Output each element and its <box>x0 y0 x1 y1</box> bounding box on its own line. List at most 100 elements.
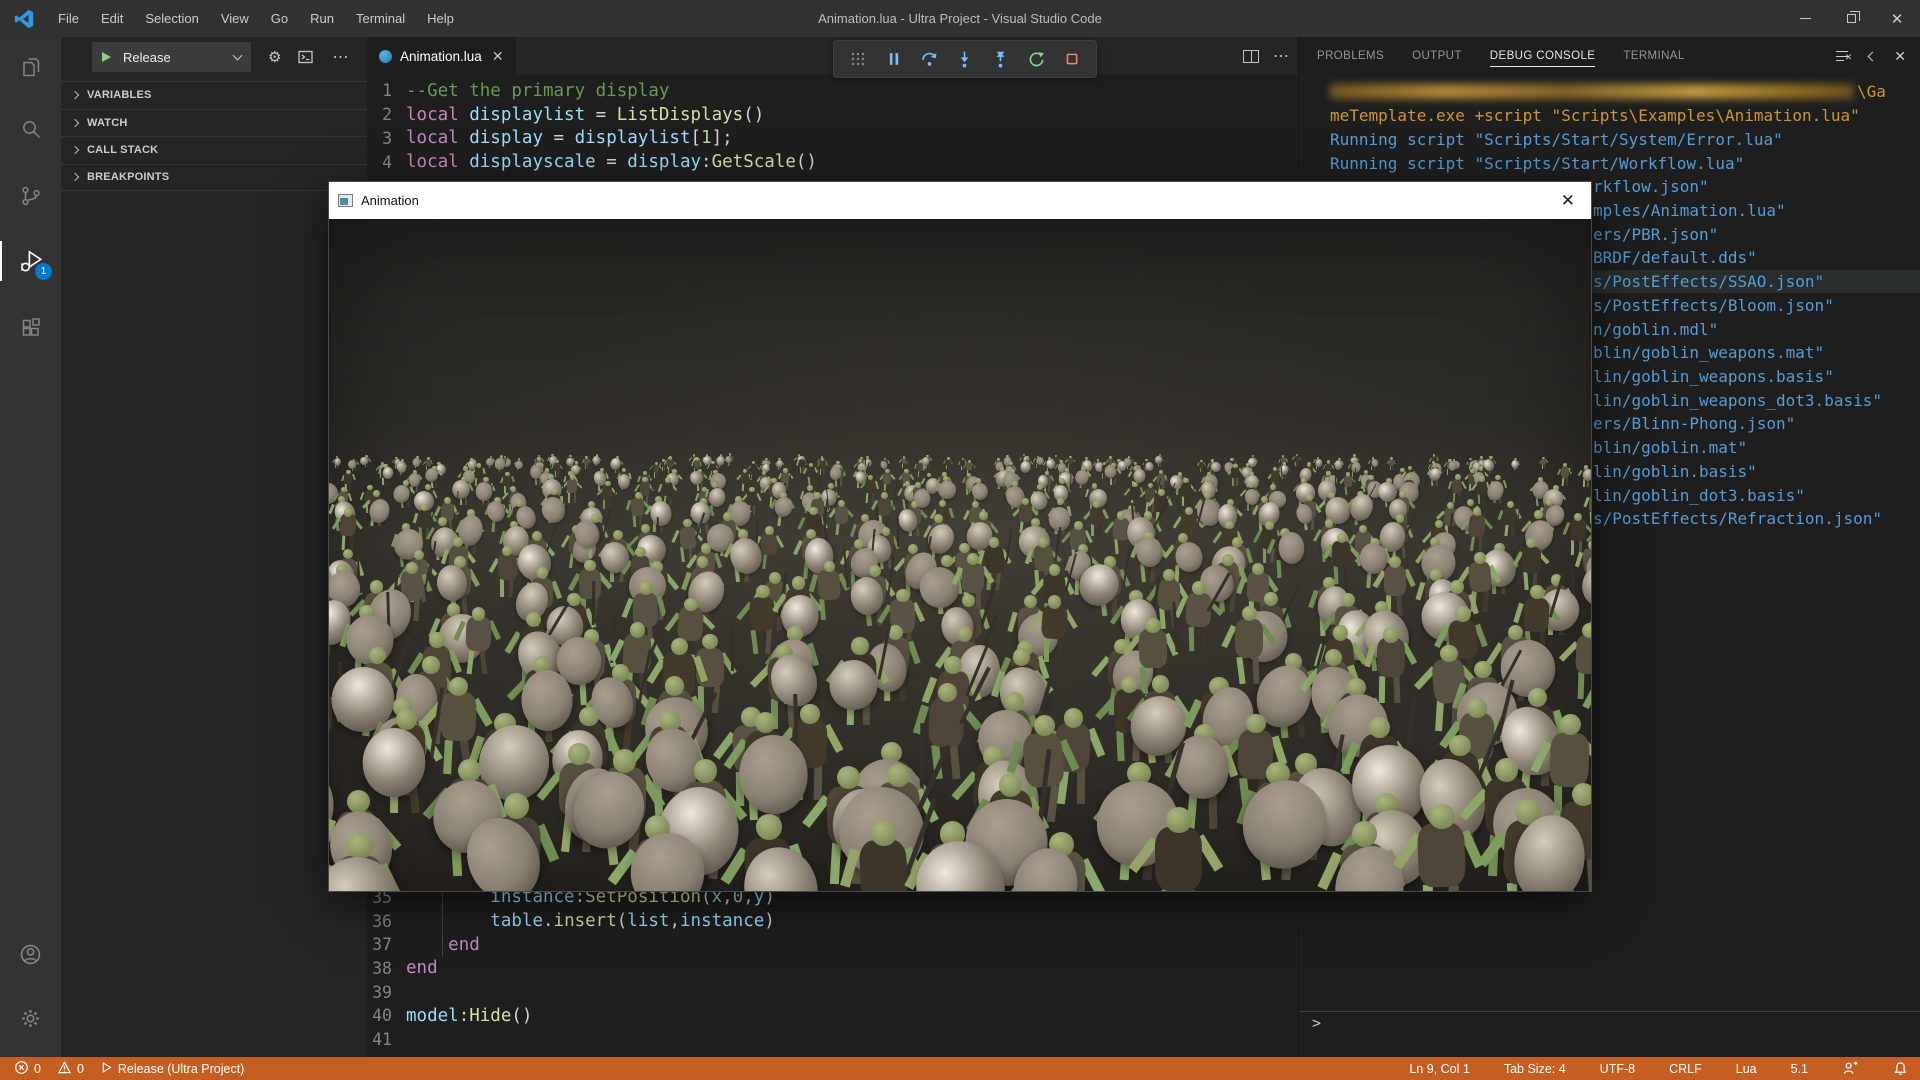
status-label: Lua <box>1736 1062 1757 1076</box>
menu-item-edit[interactable]: Edit <box>90 0 134 37</box>
sidebar-item-extensions[interactable] <box>0 304 61 352</box>
debug-section-variables[interactable]: VARIABLES <box>61 81 367 109</box>
line-number[interactable]: 1 <box>367 81 392 100</box>
code-line: 2local displaylist = ListDisplays() <box>367 103 1298 127</box>
panel-tab-output[interactable]: OUTPUT <box>1412 46 1462 66</box>
goblin-figure <box>1007 827 1118 891</box>
console-line: Running script "Scripts/Start/System/Err… <box>1299 127 1920 151</box>
debug-toolbar <box>833 40 1097 78</box>
pause-icon <box>884 49 904 69</box>
goblin-figure <box>898 819 1009 891</box>
status-error[interactable]: 0 <box>10 1060 45 1078</box>
status-label: Tab Size: 4 <box>1504 1062 1566 1076</box>
status-warning[interactable]: 0 <box>53 1060 88 1078</box>
restart-button[interactable] <box>1023 46 1049 72</box>
status-eol-sequence[interactable]: CRLF <box>1665 1062 1706 1076</box>
account-button[interactable] <box>0 930 61 978</box>
menu-item-selection[interactable]: Selection <box>134 0 209 37</box>
toolbar-grip[interactable] <box>845 46 871 72</box>
maximize-panel-icon[interactable] <box>1868 51 1878 61</box>
goblin-figure <box>1155 454 1166 469</box>
debug-section-call-stack[interactable]: CALL STACK <box>61 136 367 164</box>
line-number[interactable]: 36 <box>367 912 392 931</box>
editor-actions: ⋯ <box>1243 37 1290 75</box>
menu-item-run[interactable]: Run <box>299 0 345 37</box>
line-number[interactable]: 3 <box>367 129 392 148</box>
status-label: Release (Ultra Project) <box>118 1062 244 1076</box>
lua-file-icon <box>379 50 392 63</box>
status-cursor-position[interactable]: Ln 9, Col 1 <box>1405 1062 1473 1076</box>
menu-item-go[interactable]: Go <box>260 0 299 37</box>
line-number[interactable]: 41 <box>367 1030 392 1049</box>
status-debug-play[interactable]: Release (Ultra Project) <box>96 1061 248 1077</box>
goblin-figure <box>725 453 736 468</box>
console-line: \Ga <box>1299 80 1920 104</box>
line-number[interactable]: 39 <box>367 983 392 1002</box>
debug-section-breakpoints[interactable]: BREAKPOINTS <box>61 164 367 192</box>
animation-window[interactable]: Animation ✕ <box>328 181 1592 892</box>
debug-play-icon <box>100 1061 113 1077</box>
code-line: 4local displayscale = display:GetScale() <box>367 150 1298 174</box>
menu-item-view[interactable]: View <box>210 0 260 37</box>
debug-console-icon[interactable] <box>298 50 315 65</box>
panel-tab-problems[interactable]: PROBLEMS <box>1317 46 1384 66</box>
minimize-button[interactable] <box>1782 0 1828 37</box>
gear-icon[interactable]: ⚙ <box>268 48 281 66</box>
sidebar-item-search[interactable] <box>0 105 61 153</box>
account-icon <box>18 942 43 967</box>
animation-window-close-icon[interactable]: ✕ <box>1561 182 1575 219</box>
status-lua-version[interactable]: 5.1 <box>1787 1062 1812 1076</box>
vscode-logo-icon <box>13 8 35 30</box>
console-line: Running script "Scripts/Start/Workflow.l… <box>1299 151 1920 175</box>
tab-animation-lua[interactable]: Animation.lua ✕ <box>367 37 517 75</box>
panel-tab-debug-console[interactable]: DEBUG CONSOLE <box>1490 46 1596 67</box>
more-actions-icon[interactable]: ⋯ <box>1273 46 1290 66</box>
panel-tab-terminal[interactable]: TERMINAL <box>1623 46 1684 66</box>
sidebar-item-source-control[interactable] <box>0 172 61 220</box>
stop-button[interactable] <box>1059 46 1085 72</box>
status-language-mode[interactable]: Lua <box>1732 1062 1761 1076</box>
menu-item-terminal[interactable]: Terminal <box>345 0 416 37</box>
restore-button[interactable] <box>1828 0 1874 37</box>
status-label: 0 <box>34 1062 41 1076</box>
notifications-bell-icon[interactable] <box>1889 1061 1912 1076</box>
status-indentation[interactable]: Tab Size: 4 <box>1500 1062 1570 1076</box>
clear-console-icon[interactable]: ✕ <box>1836 50 1851 62</box>
settings-button[interactable] <box>0 994 61 1042</box>
start-debugging-icon[interactable] <box>102 52 111 62</box>
debug-console-input[interactable]: > <box>1299 1011 1920 1034</box>
line-number[interactable]: 2 <box>367 105 392 124</box>
status-encoding[interactable]: UTF-8 <box>1596 1062 1639 1076</box>
grip-icon <box>849 50 867 68</box>
code-line: 38end <box>367 957 1298 981</box>
titlebar: FileEditSelectionViewGoRunTerminalHelp A… <box>0 0 1920 37</box>
close-button[interactable]: ✕ <box>1874 0 1920 37</box>
feedback-icon[interactable] <box>1838 1061 1863 1076</box>
redacted-path <box>1330 84 1854 99</box>
sidebar-item-run-and-debug[interactable]: 1 <box>0 237 61 285</box>
pause-button[interactable] <box>881 46 907 72</box>
more-actions-icon[interactable]: ⋯ <box>332 47 349 67</box>
line-number[interactable]: 4 <box>367 153 392 172</box>
menu-item-file[interactable]: File <box>47 0 90 37</box>
panel-actions: ✕ ✕ <box>1836 37 1906 75</box>
menu-item-help[interactable]: Help <box>416 0 465 37</box>
animation-viewport[interactable] <box>329 219 1591 891</box>
goblin-figure <box>714 813 825 891</box>
line-number[interactable]: 38 <box>367 959 392 978</box>
close-panel-icon[interactable]: ✕ <box>1894 48 1906 65</box>
extensions-icon <box>19 316 43 340</box>
sidebar-item-explorer[interactable] <box>0 43 61 91</box>
debug-config-dropdown[interactable]: Release <box>92 42 251 72</box>
debug-section-watch[interactable]: WATCH <box>61 109 367 137</box>
line-number[interactable]: 37 <box>367 935 392 954</box>
code-line: 1--Get the primary display <box>367 79 1298 103</box>
step-over-button[interactable] <box>916 46 942 72</box>
step-out-button[interactable] <box>988 46 1014 72</box>
line-number[interactable]: 40 <box>367 1006 392 1025</box>
animation-window-titlebar[interactable]: Animation ✕ <box>329 182 1591 219</box>
code-line: 3local display = displaylist[1]; <box>367 126 1298 150</box>
tab-close-icon[interactable]: ✕ <box>492 48 504 65</box>
step-into-button[interactable] <box>952 46 978 72</box>
split-editor-icon[interactable] <box>1243 50 1259 63</box>
